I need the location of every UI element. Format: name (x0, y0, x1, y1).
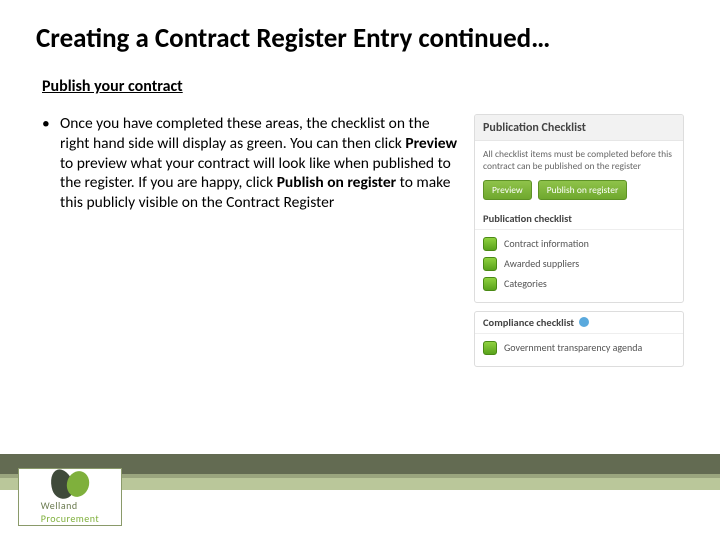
check-icon (483, 341, 497, 355)
checklist-item: Contract information (483, 234, 675, 254)
check-icon (483, 257, 497, 271)
panel-note: All checklist items must be completed be… (483, 148, 675, 173)
section-subheading: Publish your contract (42, 77, 684, 96)
logo-text: Welland Procurement (41, 499, 100, 525)
welland-logo: Welland Procurement (18, 468, 122, 526)
preview-button[interactable]: Preview (483, 180, 532, 200)
checklist-item: Categories (483, 274, 675, 294)
panel-header: Publication Checklist (475, 115, 683, 141)
bullet-item: • Once you have completed these areas, t… (42, 114, 462, 367)
info-icon (579, 317, 589, 327)
publish-on-register-button[interactable]: Publish on register (538, 180, 628, 200)
publication-checklist-panel: Publication Checklist All checklist item… (474, 114, 684, 303)
bullet-marker: • (42, 114, 60, 367)
slide-title: Creating a Contract Register Entry conti… (36, 22, 684, 55)
checklist-item: Awarded suppliers (483, 254, 675, 274)
logo-mark-icon (51, 469, 89, 497)
compliance-checklist-panel: Compliance checklist Government transpar… (474, 311, 684, 367)
publication-checklist-subheader: Publication checklist (475, 208, 683, 230)
compliance-header: Compliance checklist (475, 312, 683, 334)
footer: Welland Procurement (0, 454, 720, 540)
check-icon (483, 237, 497, 251)
check-icon (483, 277, 497, 291)
checklist-item: Government transparency agenda (483, 338, 675, 358)
bullet-text: Once you have completed these areas, the… (60, 114, 462, 367)
